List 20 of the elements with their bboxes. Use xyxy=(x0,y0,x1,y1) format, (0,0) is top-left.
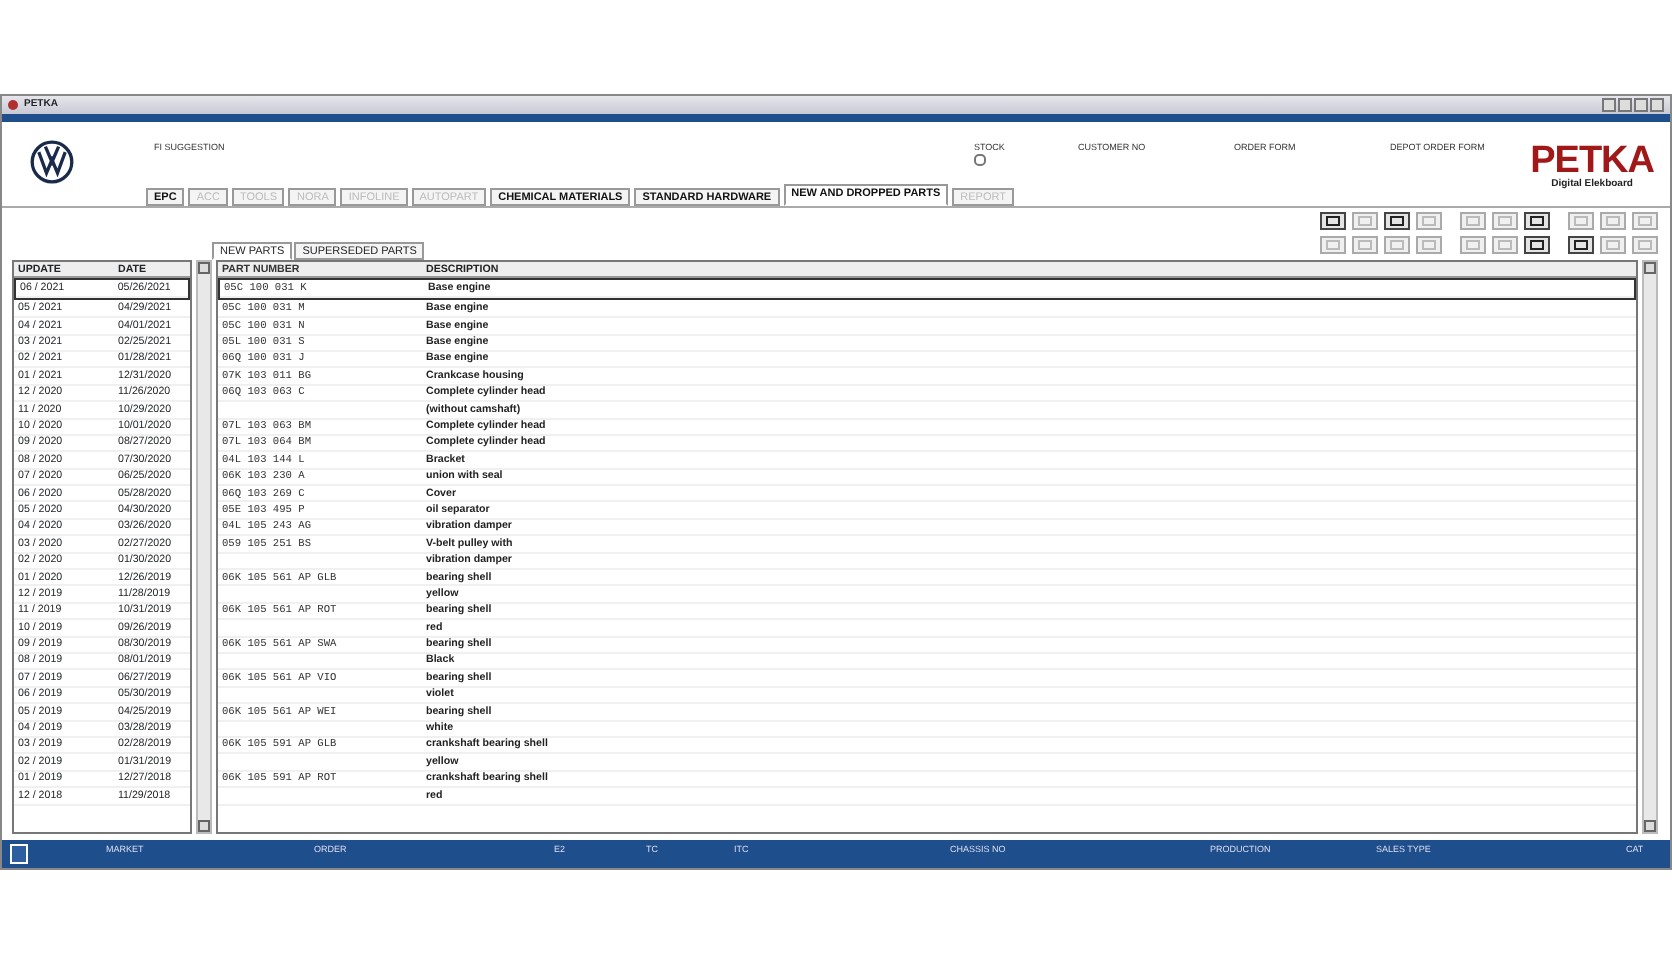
close-button[interactable] xyxy=(1650,98,1664,112)
brand-logo xyxy=(30,138,74,182)
scrollbar[interactable] xyxy=(196,260,212,834)
scrollbar[interactable] xyxy=(1642,260,1658,834)
stock-checkbox[interactable] xyxy=(974,154,986,166)
maximize-button[interactable] xyxy=(1634,98,1648,112)
toolbar-button[interactable] xyxy=(1384,212,1410,230)
app-icon xyxy=(8,100,18,110)
toolbar-button[interactable] xyxy=(1320,212,1346,230)
toolbar-button[interactable] xyxy=(1524,236,1550,254)
scroll-up-button[interactable] xyxy=(198,262,210,274)
minimize-button[interactable] xyxy=(1618,98,1632,112)
company-logo xyxy=(10,844,28,864)
toolbar-button[interactable] xyxy=(1524,212,1550,230)
scroll-down-button[interactable] xyxy=(198,820,210,832)
scroll-down-button[interactable] xyxy=(1644,820,1656,832)
toolbar-button[interactable] xyxy=(1568,236,1594,254)
help-button[interactable] xyxy=(1602,98,1616,112)
scroll-up-button[interactable] xyxy=(1644,262,1656,274)
logo-wordmark: PETKA xyxy=(1530,142,1654,180)
